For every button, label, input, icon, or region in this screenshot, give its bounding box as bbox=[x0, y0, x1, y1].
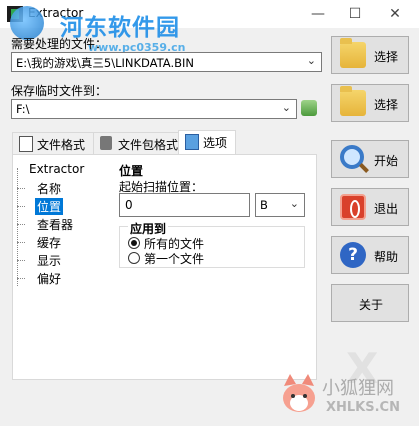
tree-item-display[interactable]: 显示 bbox=[37, 252, 61, 269]
open-folder-icon bbox=[340, 38, 366, 68]
temp-dir-value: F:\ bbox=[16, 102, 30, 116]
source-file-combo[interactable]: E:\我的游戏\真三5\LINKDATA.BIN ⌄ bbox=[11, 52, 322, 72]
radio-first-file[interactable] bbox=[128, 252, 140, 264]
tree-item-viewer[interactable]: 查看器 bbox=[37, 216, 73, 233]
tree-root[interactable]: Extractor bbox=[29, 162, 84, 176]
start-offset-value: 0 bbox=[125, 198, 133, 212]
power-icon bbox=[340, 194, 366, 220]
radio-all-files[interactable] bbox=[128, 237, 140, 249]
about-button[interactable]: 关于 bbox=[331, 284, 409, 322]
magnifier-icon bbox=[340, 145, 364, 169]
close-button[interactable]: ✕ bbox=[380, 3, 410, 25]
start-button-label: 开始 bbox=[374, 154, 399, 168]
start-offset-input[interactable]: 0 bbox=[119, 193, 250, 217]
tree-tick bbox=[17, 242, 25, 244]
tree-item-preferences[interactable]: 偏好 bbox=[37, 270, 61, 287]
help-icon: ? bbox=[340, 242, 366, 268]
temp-dir-label: 保存临时文件到： bbox=[11, 84, 108, 98]
fox-icon bbox=[283, 374, 315, 412]
tree-tick bbox=[17, 188, 25, 190]
select-temp-label: 选择 bbox=[374, 98, 399, 112]
tree-connector bbox=[17, 168, 19, 286]
help-button-label: 帮助 bbox=[374, 250, 399, 264]
source-file-value: E:\我的游戏\真三5\LINKDATA.BIN bbox=[16, 56, 194, 70]
maximize-button[interactable]: ☐ bbox=[340, 3, 370, 25]
chevron-down-icon[interactable]: ⌄ bbox=[290, 197, 299, 210]
help-button[interactable]: ? 帮助 bbox=[331, 236, 409, 274]
tab-options-label: 选项 bbox=[203, 136, 228, 150]
select-temp-button[interactable]: 选择 bbox=[331, 84, 409, 122]
tab-options[interactable]: 选项 bbox=[178, 130, 236, 155]
about-button-label: 关于 bbox=[359, 298, 384, 312]
tree-tick bbox=[17, 206, 25, 208]
select-source-button[interactable]: 选择 bbox=[331, 36, 409, 74]
tree-tick bbox=[17, 278, 25, 280]
chevron-down-icon[interactable]: ⌄ bbox=[282, 101, 291, 114]
tree-tick bbox=[17, 260, 25, 262]
document-icon bbox=[19, 136, 33, 152]
tree-item-name[interactable]: 名称 bbox=[37, 180, 61, 197]
tab-package-format-label: 文件包格式 bbox=[118, 138, 179, 152]
tree-item-cache[interactable]: 缓存 bbox=[37, 234, 61, 251]
watermark-bottom-url: XHLKS.CN bbox=[326, 400, 400, 415]
source-file-label: 需要处理的文件： bbox=[11, 37, 108, 51]
tab-package-format[interactable]: 文件包格式 bbox=[93, 132, 179, 154]
radio-first-file-label[interactable]: 第一个文件 bbox=[144, 250, 204, 267]
folder-icon bbox=[340, 86, 366, 116]
unit-value: B bbox=[260, 198, 268, 212]
options-icon bbox=[185, 134, 199, 150]
book-icon bbox=[100, 136, 112, 150]
tab-file-format[interactable]: 文件格式 bbox=[12, 132, 94, 154]
unit-select[interactable]: B ⌄ bbox=[255, 193, 305, 217]
chevron-down-icon[interactable]: ⌄ bbox=[307, 54, 316, 67]
select-source-label: 选择 bbox=[374, 50, 399, 64]
tree-item-position[interactable]: 位置 bbox=[35, 198, 64, 215]
extractor-window: Extractor — ☐ ✕ 河东软件园 www.pc0359.cn 需要处理… bbox=[0, 0, 419, 426]
watermark-bottom-name: 小狐狸网 bbox=[322, 378, 394, 399]
exit-button[interactable]: 退出 bbox=[331, 188, 409, 226]
position-group-title: 位置 bbox=[119, 164, 144, 178]
tab-file-format-label: 文件格式 bbox=[37, 138, 86, 152]
temp-dir-combo[interactable]: F:\ ⌄ bbox=[11, 99, 297, 119]
minimize-button[interactable]: — bbox=[303, 3, 333, 25]
recycle-icon[interactable] bbox=[301, 100, 317, 116]
tree-tick bbox=[17, 224, 25, 226]
exit-button-label: 退出 bbox=[374, 202, 399, 216]
start-button[interactable]: 开始 bbox=[331, 140, 409, 178]
